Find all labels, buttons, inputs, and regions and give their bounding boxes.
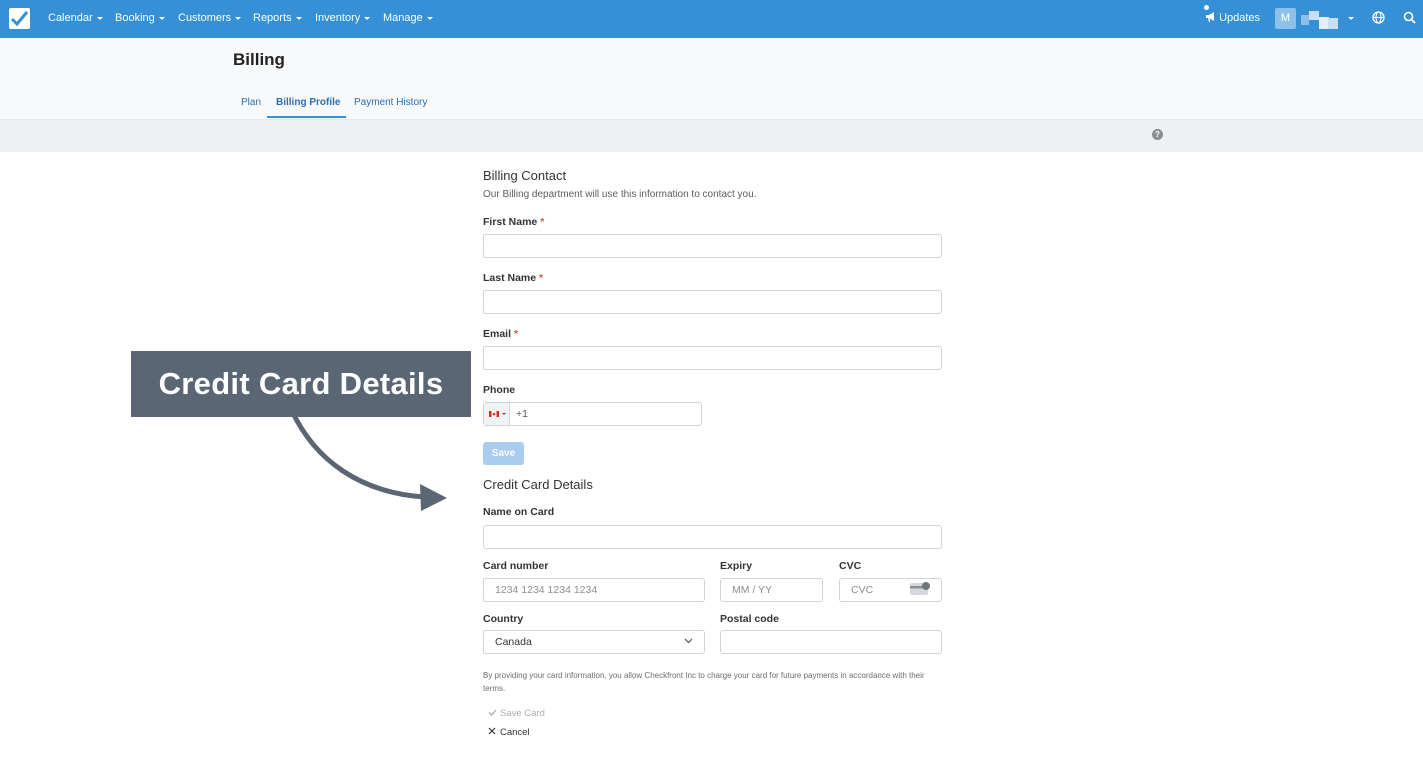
expiry-label: Expiry (720, 560, 753, 572)
postal-code-input[interactable] (720, 630, 942, 654)
last-name-label: Last Name * (483, 272, 544, 284)
card-number-label: Card number (483, 560, 549, 572)
billing-contact-title: Billing Contact (483, 168, 567, 183)
nav-booking[interactable]: Booking (115, 12, 165, 24)
email-input[interactable] (483, 346, 942, 370)
first-name-label: First Name * (483, 216, 545, 228)
nav-manage[interactable]: Manage (383, 12, 433, 24)
card-consent-text: By providing your card information, you … (483, 671, 925, 693)
email-label: Email * (483, 328, 519, 340)
save-card-button[interactable]: Save Card (488, 708, 545, 719)
updates-button[interactable]: Updates (1205, 12, 1260, 24)
expiry-input[interactable]: MM / YY (720, 578, 823, 602)
country-label: Country (483, 613, 524, 625)
postal-code-label: Postal code (720, 613, 779, 625)
tab-payment-history[interactable]: Payment History (354, 97, 427, 108)
chevron-down-icon (502, 413, 506, 415)
billing-contact-subtitle: Our Billing department will use this inf… (483, 189, 757, 200)
nav-reports[interactable]: Reports (253, 12, 302, 24)
cancel-button[interactable]: Cancel (488, 727, 530, 738)
active-tab-indicator (267, 116, 346, 118)
user-avatar[interactable]: M (1275, 8, 1296, 29)
credit-card-title: Credit Card Details (483, 477, 593, 492)
name-on-card-input[interactable] (483, 525, 942, 549)
help-icon[interactable]: ? (1152, 129, 1163, 140)
page-title: Billing (233, 50, 285, 69)
phone-code: +1 (516, 408, 528, 420)
toolbar-strip (0, 120, 1423, 152)
close-icon (488, 727, 496, 735)
updates-notification-dot (1204, 5, 1209, 10)
last-name-input[interactable] (483, 290, 942, 314)
tab-plan[interactable]: Plan (241, 97, 261, 108)
tab-billing-profile[interactable]: Billing Profile (276, 97, 340, 108)
annotation-arrow-icon (289, 409, 447, 511)
nav-customers[interactable]: Customers (178, 12, 242, 24)
country-code-selector[interactable] (484, 403, 510, 425)
check-icon (488, 709, 497, 716)
name-on-card-label: Name on Card (483, 506, 555, 518)
phone-label: Phone (483, 384, 516, 396)
canada-flag-icon (489, 411, 499, 417)
cvc-label: CVC (839, 560, 862, 572)
nav-inventory[interactable]: Inventory (315, 12, 371, 24)
chevron-down-icon (684, 638, 693, 644)
cvc-card-icon (910, 582, 930, 595)
megaphone-icon (1206, 12, 1214, 22)
card-number-input[interactable]: 1234 1234 1234 1234 (483, 578, 705, 602)
user-menu-caret-icon[interactable] (1348, 17, 1354, 20)
first-name-input[interactable] (483, 234, 942, 258)
page-header (0, 38, 1423, 120)
globe-icon[interactable] (1372, 11, 1385, 24)
user-name-redacted (1301, 11, 1338, 29)
search-icon[interactable] (1403, 11, 1416, 24)
nav-calendar[interactable]: Calendar (48, 12, 103, 24)
app-logo-checkmark-icon[interactable] (9, 8, 30, 29)
country-select[interactable]: Canada (483, 630, 705, 654)
save-contact-button[interactable]: Save (483, 442, 524, 465)
